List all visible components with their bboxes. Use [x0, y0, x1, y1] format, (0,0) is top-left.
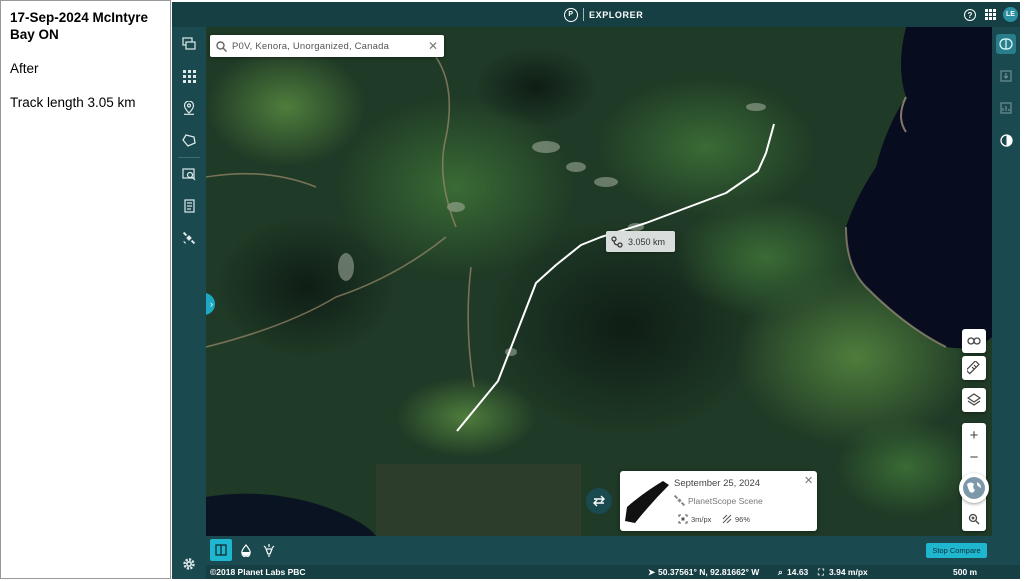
compare-icon[interactable] — [996, 34, 1016, 54]
close-scene-icon[interactable]: ✕ — [804, 474, 813, 487]
layers-stack-icon[interactable] — [179, 34, 199, 54]
cursor-arrow-icon: ➤ — [648, 567, 656, 577]
app-brand[interactable]: P EXPLORER — [564, 6, 643, 23]
planet-logo-icon: P — [564, 7, 578, 22]
resolution-icon — [678, 514, 688, 524]
zoom-level: 14.63 — [787, 567, 809, 577]
settings-icon[interactable] — [179, 554, 199, 574]
map-resolution: 3.94 m/px — [829, 567, 868, 577]
globe-icon — [963, 477, 985, 499]
cursor-coordinates: 50.37561° N, 92.81662° W — [658, 567, 760, 577]
scene-footprint-thumbnail — [625, 481, 669, 523]
measurement-label: 3.050 km — [606, 231, 675, 252]
satellite-imagery — [206, 27, 992, 536]
search-icon — [210, 40, 232, 52]
annotation-title: 17-Sep-2024 McIntyre Bay ON — [10, 10, 149, 42]
zoom-in-button[interactable]: + — [962, 423, 986, 447]
user-avatar[interactable]: LE — [1003, 7, 1018, 22]
bottom-toolbar: Stop Compare — [206, 536, 992, 565]
scene-source: PlanetScope Scene — [688, 496, 763, 506]
copyright-text: ©2018 Planet Labs PBC — [210, 567, 306, 577]
swap-arrows-icon — [593, 495, 605, 507]
status-bar: ©2018 Planet Labs PBC ➤ 50.37561° N, 92.… — [206, 565, 1020, 579]
search-input[interactable]: P0V, Kenora, Unorganized, Canada — [232, 41, 422, 52]
measurement-distance: 3.050 km — [628, 236, 666, 247]
resolution-icon: ⛶ — [818, 567, 824, 577]
share-link-button[interactable] — [962, 329, 986, 353]
scene-coverage: 96% — [735, 515, 751, 524]
link-icon — [967, 337, 981, 345]
layers-icon — [967, 393, 981, 406]
globe-view-button[interactable] — [959, 473, 989, 503]
clear-search-icon[interactable]: ✕ — [422, 39, 444, 53]
zoom-to-button[interactable] — [962, 507, 986, 531]
scene-resolution: 3m/px — [691, 515, 712, 524]
opacity-button[interactable] — [235, 539, 257, 561]
map-canvas[interactable]: P0V, Kenora, Unorganized, Canada ✕ 3.050… — [206, 27, 992, 536]
split-view-button[interactable] — [210, 539, 232, 561]
measure-route-icon — [606, 235, 628, 248]
left-sidebar — [172, 27, 206, 579]
location-search[interactable]: P0V, Kenora, Unorganized, Canada ✕ — [210, 35, 444, 57]
basemap-layers-button[interactable] — [962, 388, 986, 412]
download-icon[interactable] — [996, 66, 1016, 86]
coverage-icon — [722, 514, 732, 524]
highlight-button[interactable] — [258, 539, 280, 561]
polygon-icon[interactable] — [179, 130, 199, 150]
contrast-icon[interactable] — [996, 130, 1016, 150]
explorer-app: P EXPLORER ? LE P0V, Kenora, Unorganized… — [172, 2, 1020, 579]
right-rail — [992, 27, 1020, 579]
stop-compare-button[interactable]: Stop Compare — [926, 543, 987, 558]
measure-tool-button[interactable] — [962, 356, 986, 380]
zoom-level-icon: ⌕ — [778, 567, 783, 577]
split-view-icon — [215, 544, 227, 556]
scale-label: 500 m — [953, 567, 978, 577]
annotation-state: After — [10, 61, 39, 76]
droplet-icon — [241, 543, 251, 557]
spotlight-icon — [263, 543, 275, 557]
sidebar-divider — [178, 157, 200, 158]
location-pin-icon[interactable] — [179, 98, 199, 118]
annotation-panel: 17-Sep-2024 McIntyre Bay ON After Track … — [0, 0, 171, 579]
document-icon[interactable] — [179, 196, 199, 216]
comparison-swatch — [376, 464, 581, 536]
zoom-out-button[interactable]: − — [962, 445, 986, 469]
satellite-icon[interactable] — [179, 228, 199, 248]
ruler-icon — [967, 361, 980, 375]
grid-icon[interactable] — [179, 66, 199, 86]
scene-date: September 25, 2024 — [674, 478, 761, 489]
swap-compare-button[interactable] — [586, 488, 612, 514]
magnifier-icon — [968, 513, 980, 525]
annotation-track-length: Track length 3.05 km — [10, 95, 136, 110]
app-title: EXPLORER — [589, 9, 644, 20]
analysis-icon[interactable] — [996, 98, 1016, 118]
satellite-icon — [674, 495, 685, 506]
help-icon[interactable]: ? — [964, 9, 976, 21]
apps-grid-icon[interactable] — [984, 8, 997, 21]
scene-info-card[interactable]: September 25, 2024 PlanetScope Scene 3m/… — [620, 471, 817, 531]
top-bar: P EXPLORER ? LE — [172, 2, 1020, 27]
brand-divider — [583, 8, 584, 21]
image-search-icon[interactable] — [179, 164, 199, 184]
